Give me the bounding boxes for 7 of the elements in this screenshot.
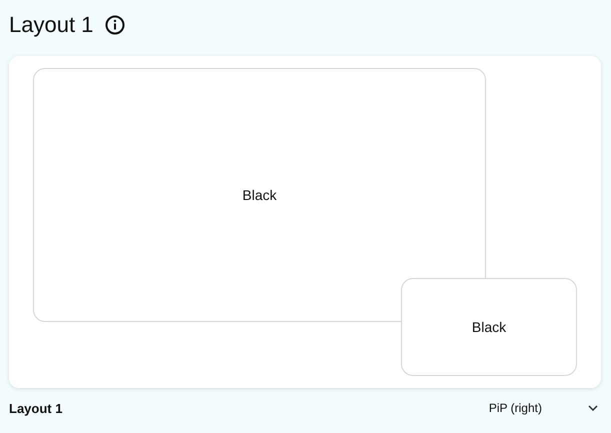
main-frame: Black [33,68,486,322]
page-title: Layout 1 [9,12,94,38]
info-icon[interactable] [105,15,126,35]
pip-frame: Black [401,278,577,376]
layout-name: Layout 1 [9,400,62,416]
chevron-down-icon [588,405,598,411]
layout-select[interactable]: PiP (right) [488,401,602,415]
